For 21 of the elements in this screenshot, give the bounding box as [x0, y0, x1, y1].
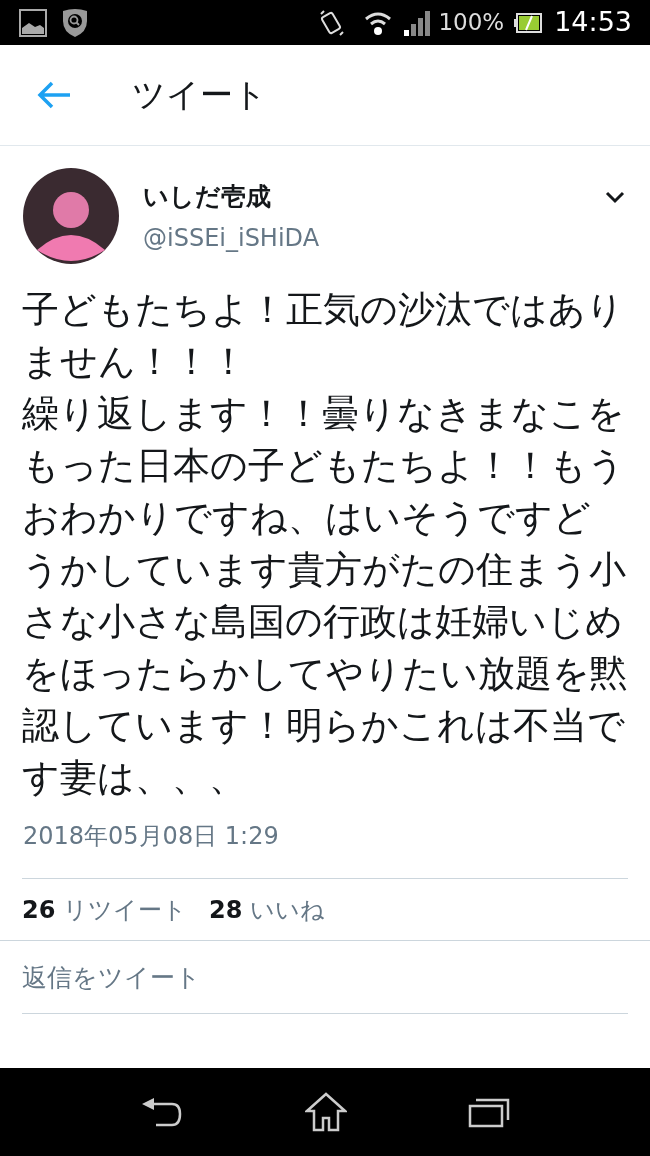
- battery-icon: [514, 12, 543, 33]
- shield-search-icon: [60, 6, 90, 39]
- signal-icon: [404, 9, 433, 36]
- vibrate-icon: [318, 7, 347, 38]
- chevron-down-icon[interactable]: [605, 190, 625, 204]
- timestamp: 2018年05月08日 1:29: [22, 821, 280, 852]
- tweet-text: 子どもたちよ！正気の沙汰ではありません！！！: [22, 287, 625, 385]
- clock: 14:53: [554, 5, 632, 40]
- user-handle: @iSSEi_iSHiDA: [143, 222, 321, 254]
- recent-apps-icon[interactable]: [467, 1096, 510, 1128]
- page-title: ツイート: [132, 74, 267, 117]
- image-icon: [18, 7, 48, 38]
- display-name: いしだ壱成: [143, 181, 272, 213]
- battery-percent: 100%: [438, 8, 505, 38]
- back-arrow-icon: [36, 80, 72, 110]
- stat-count[interactable]: 28 いいね: [209, 891, 326, 928]
- reply-field[interactable]: 返信をツイート: [22, 941, 628, 1014]
- home-icon[interactable]: [305, 1092, 347, 1132]
- stat-count[interactable]: 26 リツイート: [22, 891, 188, 928]
- tweet-text: 繰り返します！！曇りなきまなこをもった日本の子どもたちよ！！もうおわかりですね、はいそうですどうかしています貴方がたの住まう小さな小さな島国の行政は妊婦いじめをほったらかしてやりたい放題を黙認しています！明らかこれは不当です妻は、、、: [22, 391, 628, 801]
- wifi-icon: [364, 9, 393, 36]
